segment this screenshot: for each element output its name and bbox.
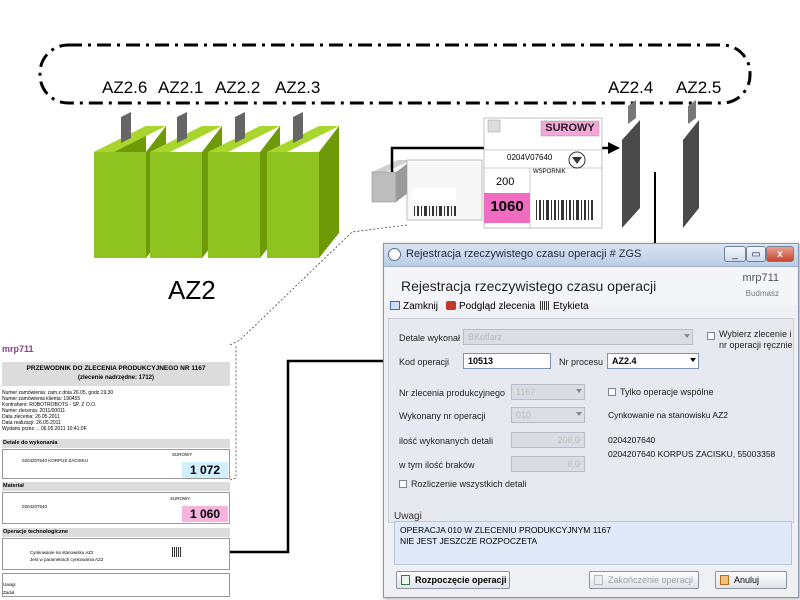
app-clock-icon [388,248,401,261]
pick-order-label: Wybierz zlecenie i nr operacji ręcznie [719,329,793,350]
header-title: Rejestracja rzeczywistego czasu operacji [401,278,657,294]
document-material-row: 0204207640 [22,504,48,509]
close-window-button[interactable]: x [766,246,794,262]
label-card-code: 0204V07640 [507,153,553,162]
operation-form: Detale wykonał BKotlarz Wybierz zlecenie… [388,318,794,523]
document-parts-row: 0204207640 KORPUS ZACISKU [22,458,89,463]
executor-value: BKotlarz [468,332,503,342]
chevron-down-icon [576,412,582,416]
document-title: PRZEWODNIK DO ZLECENIA PRODUKCYJNEGO NR … [26,365,206,372]
finish-operation-button[interactable]: Zakończenie operacji [589,571,699,589]
document-parts-value: 1 072 [189,463,221,477]
cancel-button[interactable]: Anuluj [715,571,787,589]
defects-input[interactable]: 0,0 [511,456,585,472]
header-app-name: mrp711 [742,272,779,284]
start-operation-label: Rozpoczęcie operacji [415,575,507,585]
process-select[interactable]: AZ2.4 [607,353,699,369]
op-done-select[interactable]: 010 [511,407,585,423]
registration-window: Rejestracja rzeczywistego czasu operacji… [383,243,799,598]
document-meta-7: Wydano przez: .. 06.05.2011 10:41:0F [2,426,87,432]
production-order-document: mrp711 PRZEWODNIK DO ZLECENIA PRODUKCYJN… [2,338,230,598]
preview-car-icon [446,301,456,310]
document-footer-2: Zadoł [3,590,15,595]
executor-select[interactable]: BKotlarz [463,329,693,345]
qty-done-label: ilość wykonanych detali [399,436,494,446]
shared-only-checkbox[interactable] [608,388,616,396]
station-az2-4 [622,100,640,228]
stop-icon [594,575,603,585]
shared-only-label: Tylko operacje wspólne [620,387,714,397]
op-done-label: Wykonany nr operacji [399,411,486,421]
close-doc-icon [390,301,400,310]
toolbar-label-label: Etykieta [553,301,589,312]
process-value: AZ2.4 [612,356,637,366]
order-value: 1167 [516,387,536,397]
label-card-type: WSPORNIK [533,169,566,175]
toolbar-preview-label: Podgląd zlecenia [459,301,536,312]
document-parts-status: SUROWY [172,452,193,457]
document-material-status: SUROWY [170,496,191,501]
toolbar-close[interactable]: Zamknij [390,301,438,312]
chevron-down-icon [690,358,696,362]
start-operation-button[interactable]: Rozpoczęcie operacji [396,571,510,589]
zone-label-az2-6: AZ2.6 [102,78,148,97]
defects-label: w tym ilość braków [399,460,475,470]
cancel-label: Anuluj [734,575,760,585]
window-titlebar[interactable]: Rejestracja rzeczywistego czasu operacji… [384,244,798,267]
document-section-operations: Operacje technologiczne [3,529,69,535]
document-footer-notes: Uwagi [3,582,16,587]
maximize-button[interactable]: ▭ [746,246,766,262]
exit-door-icon [720,575,729,585]
play-icon [401,575,410,585]
settle-all-checkbox[interactable] [399,480,407,488]
settle-all-label: Rozliczenie wszystkich detali [411,479,527,489]
header-company: Budmasz [745,289,779,298]
window-toolbar: Zamknij Podgląd zlecenia Etykieta [384,298,796,318]
toolbar-label[interactable]: Etykieta [540,301,589,312]
qty-done-input[interactable]: 200,0 [511,432,585,448]
executor-label: Detale wykonał [399,333,461,343]
document-brand: mrp711 [2,344,34,354]
pick-order-checkbox[interactable] [707,332,715,340]
notes-line-2: NIE JEST JESZCZE ROZPOCZETA [400,536,538,546]
notes-box: OPERACJA 010 W ZLECENIU PRODUKCYJNYM 116… [394,521,792,565]
op-code-label: Kod operacji [399,357,450,367]
document-operation-row: Cynkowanie na stanowisku AZ2 [30,550,94,555]
part-code: 0204207640 [608,435,656,445]
zone-label-az2-4: AZ2.4 [608,78,654,97]
zone-label-az2-3: AZ2.3 [275,78,321,97]
zone-label-az2-2: AZ2.2 [215,78,261,97]
station-info: Cynkowanie na stanowisku AZ2 [608,410,729,420]
document-section-material: Materiał [3,483,24,489]
label-card-qty: 200 [496,176,515,188]
order-select[interactable]: 1167 [511,384,585,400]
document-subtitle: (zlecenie nadrzędne: 1712) [77,375,155,381]
chevron-down-icon [684,334,690,338]
op-done-value: 010 [516,410,532,420]
label-card-status: SUROWY [545,122,595,134]
toolbar-close-label: Zamknij [403,301,439,312]
document-section-parts: Detale do wykonania [3,440,58,446]
minimize-button[interactable]: _ [724,246,746,262]
order-label: Nr zlecenia produkcyjnego [399,388,506,398]
notes-line-1: OPERACJA 010 W ZLECENIU PRODUKCYJNYM 116… [400,525,611,535]
zone-label-az2-5: AZ2.5 [676,78,722,97]
finish-operation-label: Zakończenie operacji [608,575,694,585]
part-description: 0204207640 KORPUS ZACISKU, 55003358 [608,449,776,459]
zone-label-az2-1: AZ2.1 [158,78,204,97]
process-label: Nr procesu [559,357,604,367]
chevron-down-icon [576,389,582,393]
station-az2-5 [683,100,699,228]
document-material-value: 1 060 [189,507,221,521]
window-title: Rejestracja rzeczywistego czasu operacji… [406,248,642,260]
op-code-input[interactable]: 10513 [463,353,551,369]
group-label: AZ2 [168,275,216,305]
document-operation-row-2: Jest w parametrach cynkowania AZ2 [30,557,104,562]
barcode-icon [540,301,550,310]
toolbar-preview[interactable]: Podgląd zlecenia [446,301,535,312]
label-card-number: 1060 [490,198,524,215]
